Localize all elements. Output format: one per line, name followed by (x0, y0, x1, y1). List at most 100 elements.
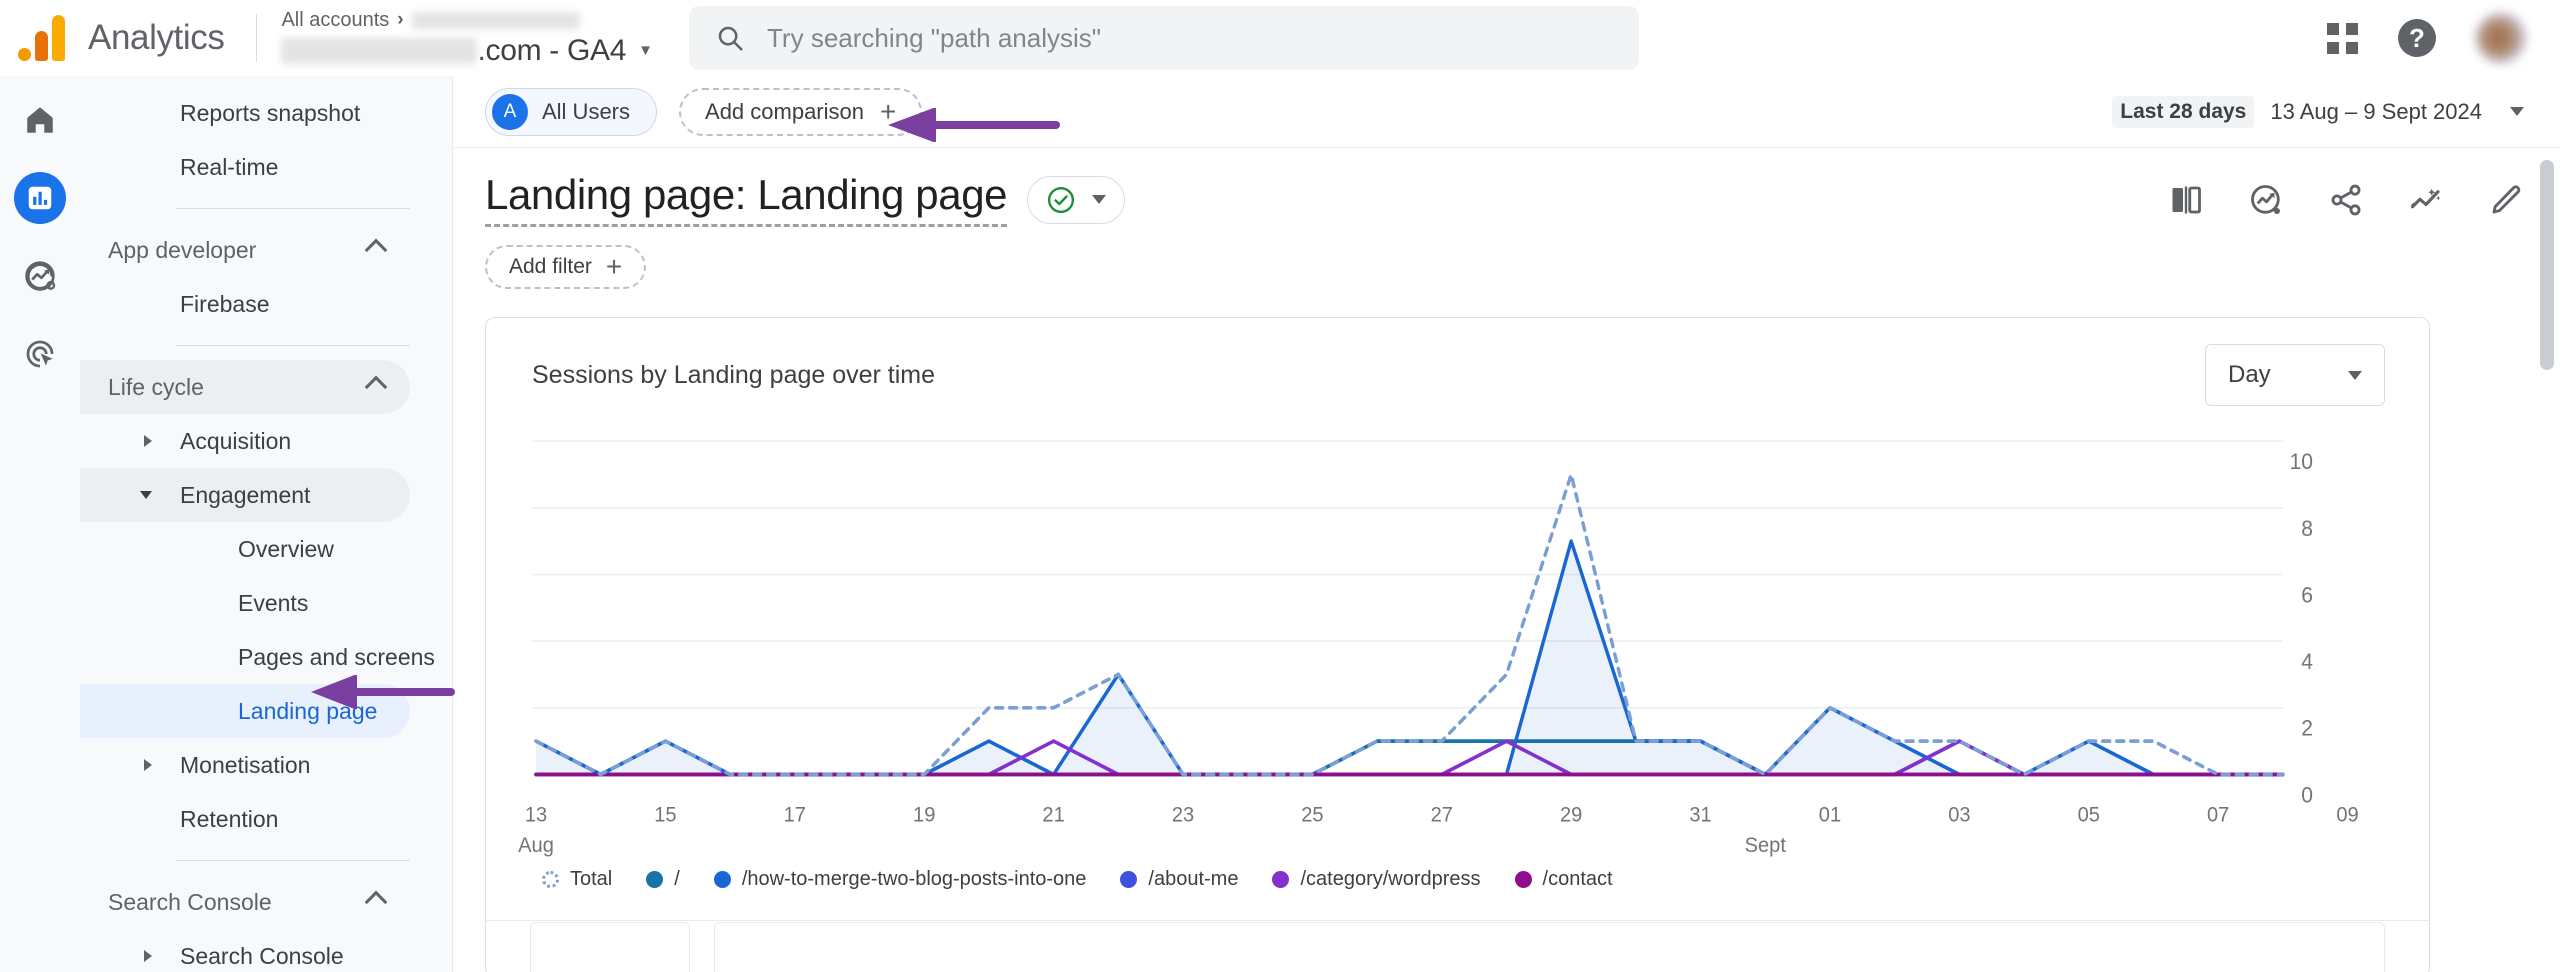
table-col-1[interactable] (530, 922, 690, 972)
granularity-value: Day (2228, 361, 2271, 389)
sidebar-item-engagement[interactable]: Engagement (80, 468, 410, 522)
page-scrollbar[interactable] (2540, 160, 2554, 964)
rail-item-explore[interactable] (14, 250, 66, 302)
svg-text:13: 13 (525, 803, 547, 827)
sidebar-item-search-console[interactable]: Search Console (80, 929, 410, 972)
advertising-cursor-icon (23, 337, 57, 371)
sidebar-item-reports-snapshot[interactable]: Reports snapshot (80, 86, 410, 140)
svg-text:15: 15 (654, 803, 676, 827)
sidebar-separator (176, 345, 410, 346)
search-icon (715, 23, 745, 53)
legend-swatch-icon (1272, 871, 1289, 888)
add-filter-button[interactable]: Add filter + (485, 245, 646, 289)
check-circle-icon (1046, 185, 1076, 215)
breadcrumb[interactable]: All accounts › .com - GA4 ▼ (281, 0, 653, 76)
sidebar-item-label: Monetisation (180, 752, 310, 779)
svg-text:25: 25 (1301, 803, 1323, 827)
legend-label: /how-to-merge-two-blog-posts-into-one (742, 868, 1087, 891)
chevron-up-icon[interactable] (365, 376, 388, 399)
sidebar-item-label: Acquisition (180, 428, 291, 455)
chevron-down-icon[interactable] (2510, 107, 2524, 116)
legend-item[interactable]: /about-me (1120, 868, 1238, 891)
svg-text:01: 01 (1819, 803, 1841, 827)
svg-text:19: 19 (913, 803, 935, 827)
sidebar-section-app-developer[interactable]: App developer (80, 223, 410, 277)
chart-canvas: 0246810131517192123252729310103050709Aug… (532, 424, 2319, 854)
property-chevron-down-icon[interactable]: ▼ (638, 42, 653, 59)
compare-view-icon[interactable] (2168, 182, 2204, 218)
sidebar-item-firebase[interactable]: Firebase (80, 277, 410, 331)
svg-text:Aug: Aug (518, 833, 554, 857)
search-placeholder: Try searching "path analysis" (767, 23, 1101, 54)
legend-swatch-icon (542, 871, 559, 888)
legend-item[interactable]: / (646, 868, 680, 891)
top-bar: Analytics All accounts › .com - GA4 ▼ Tr… (0, 0, 2560, 76)
chevron-up-icon[interactable] (365, 891, 388, 914)
apps-grid-icon[interactable] (2327, 23, 2358, 54)
svg-text:10: 10 (2290, 449, 2313, 475)
sidebar-item-pages-and-screens[interactable]: Pages and screens (80, 630, 410, 684)
svg-text:6: 6 (2301, 582, 2313, 608)
comparison-chip-all-users[interactable]: A All Users (485, 88, 657, 136)
sidebar-item-events[interactable]: Events (80, 576, 410, 630)
page-title[interactable]: Landing page: Landing page (485, 172, 1007, 227)
top-bar-actions: ? (2327, 13, 2560, 63)
sidebar-item-landing-page[interactable]: Landing page (80, 684, 410, 738)
granularity-select[interactable]: Day (2205, 344, 2385, 406)
svg-text:8: 8 (2301, 515, 2313, 541)
property-title[interactable]: .com - GA4 (477, 34, 626, 68)
sidebar-item-acquisition[interactable]: Acquisition (80, 414, 410, 468)
sidebar-section-label: Search Console (108, 889, 272, 916)
legend-item[interactable]: /how-to-merge-two-blog-posts-into-one (714, 868, 1087, 891)
analytics-logo-icon[interactable] (18, 15, 72, 61)
help-icon[interactable]: ? (2398, 19, 2436, 57)
caret-right-icon (144, 435, 152, 447)
search-input[interactable]: Try searching "path analysis" (689, 6, 1639, 70)
breadcrumb-all-accounts[interactable]: All accounts (281, 9, 389, 32)
table-col-2[interactable] (714, 922, 2385, 972)
legend-item[interactable]: /category/wordpress (1272, 868, 1480, 891)
date-range-picker[interactable]: Last 28 days 13 Aug – 9 Sept 2024 (2112, 96, 2524, 128)
svg-text:09: 09 (2336, 803, 2358, 827)
svg-text:0: 0 (2301, 782, 2313, 808)
chart-legend: Total / /how-to-merge-two-blog-posts-into-… (486, 854, 2429, 891)
legend-swatch-icon (714, 871, 731, 888)
legend-label: /about-me (1148, 868, 1238, 891)
sidebar-item-real-time[interactable]: Real-time (80, 140, 410, 194)
home-icon (23, 103, 57, 137)
legend-item[interactable]: Total (542, 868, 612, 891)
sidebar-item-overview[interactable]: Overview (80, 522, 410, 576)
line-chart[interactable]: 0246810131517192123252729310103050709Aug… (486, 424, 2429, 854)
insights-icon[interactable] (2248, 182, 2284, 218)
brand-name: Analytics (88, 18, 224, 58)
explore-icon (23, 259, 57, 293)
sidebar-section-search-console[interactable]: Search Console (80, 875, 410, 929)
sidebar-item-monetisation[interactable]: Monetisation (80, 738, 410, 792)
header-divider (256, 14, 257, 62)
caret-down-icon (140, 491, 152, 499)
svg-text:23: 23 (1172, 803, 1194, 827)
share-icon[interactable] (2328, 182, 2364, 218)
legend-item[interactable]: /contact (1515, 868, 1613, 891)
legend-label: / (674, 868, 680, 891)
scrollbar-thumb[interactable] (2540, 160, 2554, 370)
breadcrumb-chevron-icon: › (397, 9, 403, 31)
legend-swatch-icon (1120, 871, 1137, 888)
add-comparison-button[interactable]: Add comparison + (679, 88, 922, 136)
svg-text:07: 07 (2207, 803, 2229, 827)
rail-item-advertising[interactable] (14, 328, 66, 380)
sidebar-section-life-cycle[interactable]: Life cycle (80, 360, 410, 414)
edit-pencil-icon[interactable] (2488, 182, 2524, 218)
add-filter-label: Add filter (509, 255, 592, 279)
icon-rail (0, 76, 80, 972)
avatar[interactable] (2476, 13, 2526, 63)
legend-label: /category/wordpress (1300, 868, 1480, 891)
dimension-selector[interactable] (1027, 176, 1125, 224)
plus-icon: + (606, 253, 622, 281)
sidebar-item-retention[interactable]: Retention (80, 792, 410, 846)
chevron-up-icon[interactable] (365, 239, 388, 262)
sparkle-trend-icon[interactable] (2408, 182, 2444, 218)
chevron-down-icon[interactable] (1092, 195, 1106, 204)
rail-item-reports[interactable] (14, 172, 66, 224)
rail-item-home[interactable] (14, 94, 66, 146)
